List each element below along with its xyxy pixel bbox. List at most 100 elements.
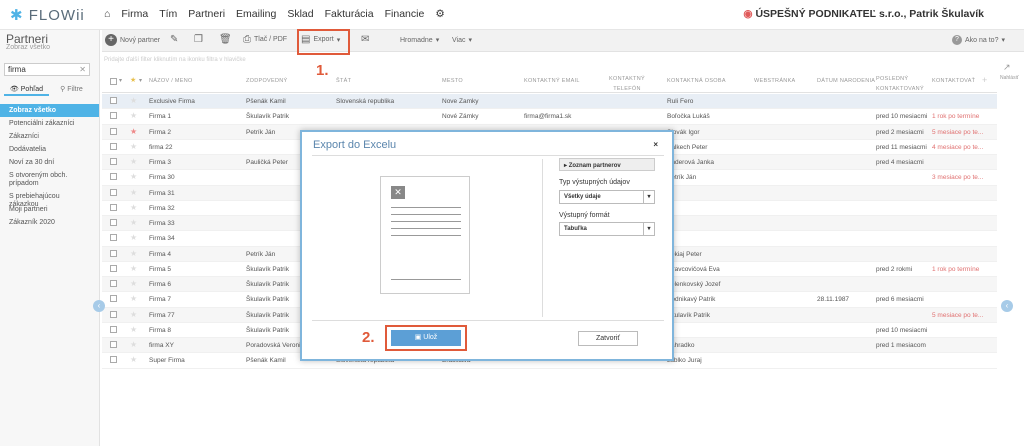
output-format-select[interactable]: Tabuľka ▾ <box>559 222 655 236</box>
report-icon[interactable]: ↗ <box>1003 62 1011 73</box>
star-icon[interactable]: ★ <box>130 96 137 105</box>
col-email[interactable]: KONTAKTNÝ EMAIL <box>524 78 580 84</box>
chevron-down-icon[interactable]: ▾ <box>139 77 142 84</box>
cell-name: Firma 2 <box>149 128 172 136</box>
col-state[interactable]: ŠTÁT <box>336 78 351 84</box>
clear-icon[interactable]: ✕ <box>79 65 86 74</box>
col-person[interactable]: KONTAKTNÁ OSOBA <box>667 78 726 84</box>
row-checkbox[interactable] <box>110 188 117 196</box>
output-type-select[interactable]: Všetky údaje ▾ <box>559 190 655 204</box>
nav-fakturacia[interactable]: Fakturácia <box>325 8 374 20</box>
partner-list-button[interactable]: ▸ Zoznam partnerov <box>559 158 655 171</box>
delete-button[interactable]: 🗑 <box>219 34 232 45</box>
tab-filter[interactable]: ⚲ Filtre <box>49 82 94 96</box>
star-icon[interactable]: ★ <box>130 325 137 334</box>
collapse-left-icon[interactable]: ‹ <box>93 300 105 312</box>
close-icon[interactable]: × <box>653 140 658 149</box>
help-button[interactable]: ? Ako na to? ▾ <box>952 35 1005 45</box>
sidebar-item-potential[interactable]: Potenciálni zákazníci <box>0 117 99 130</box>
cell-last-contacted: pred 2 mesiacmi <box>876 128 924 136</box>
row-checkbox[interactable] <box>110 97 117 104</box>
plus-icon: + <box>105 34 117 46</box>
close-button[interactable]: Zatvoriť <box>578 331 638 346</box>
star-icon[interactable]: ★ <box>130 279 137 288</box>
row-checkbox[interactable] <box>110 127 117 135</box>
col-responsible[interactable]: ZODPOVEDNÝ <box>246 78 288 84</box>
star-icon[interactable]: ★ <box>130 76 137 84</box>
nav-firma[interactable]: Firma <box>121 8 148 20</box>
star-icon[interactable]: ★ <box>130 172 137 181</box>
table-row[interactable]: ★ Firma 1 Škulavík Patrik Nové Zámky firma@f… <box>102 109 997 125</box>
row-checkbox[interactable] <box>110 112 117 120</box>
sidebar-item-ongoing-order[interactable]: S prebiehajúcou zákazkou <box>0 190 99 208</box>
star-icon[interactable]: ★ <box>130 249 137 258</box>
edit-button[interactable]: ✎ <box>170 34 178 45</box>
star-icon[interactable]: ★ <box>130 233 137 242</box>
star-icon[interactable]: ★ <box>130 340 137 349</box>
more-dropdown[interactable]: Viac ▾ <box>452 36 472 45</box>
company-name[interactable]: ◉ ÚSPEŠNÝ PODNIKATEĽ s.r.o., Patrik Škul… <box>743 8 984 20</box>
cell-person: Podnikavý Patrik <box>667 296 716 304</box>
bulk-dropdown[interactable]: Hromadne ▾ <box>400 36 439 45</box>
collapse-right-icon[interactable]: ‹ <box>1001 300 1013 312</box>
row-checkbox[interactable] <box>110 356 117 364</box>
sidebar-item-new30[interactable]: Noví za 30 dní <box>0 156 99 169</box>
star-icon[interactable]: ★ <box>130 188 137 197</box>
new-partner-button[interactable]: + Nový partner <box>105 34 160 46</box>
row-checkbox[interactable] <box>110 280 117 287</box>
star-icon[interactable]: ★ <box>130 294 137 303</box>
home-icon[interactable]: ⌂ <box>104 8 110 20</box>
nav-tim[interactable]: Tím <box>159 8 177 20</box>
nav-financie[interactable]: Financie <box>385 8 425 20</box>
row-checkbox[interactable] <box>110 142 117 150</box>
sidebar-item-open-case[interactable]: S otvoreným obch. prípadom <box>0 169 99 190</box>
cell-responsible: Petrík Ján <box>246 250 276 258</box>
nav-partneri[interactable]: Partneri <box>188 8 225 20</box>
col-birth[interactable]: DÁTUM NARODENIA <box>817 78 875 84</box>
sidebar-item-customer-2020[interactable]: Zákazník 2020 <box>0 216 99 229</box>
col-city[interactable]: MESTO <box>442 78 463 84</box>
row-checkbox[interactable] <box>110 325 117 333</box>
select-all-checkbox[interactable] <box>110 78 117 85</box>
star-icon[interactable]: ★ <box>130 355 137 364</box>
star-icon[interactable]: ★ <box>130 157 137 166</box>
row-checkbox[interactable] <box>110 158 117 165</box>
row-checkbox[interactable] <box>110 203 117 211</box>
star-icon[interactable]: ★ <box>130 111 137 120</box>
row-checkbox[interactable] <box>110 264 117 272</box>
col-last-contacted[interactable]: POSLEDNÝ KONTAKTOVANÝ <box>876 74 926 94</box>
add-column-icon[interactable]: + <box>982 75 988 85</box>
col-web[interactable]: WEBSTRÁNKA <box>754 78 796 84</box>
table-row[interactable]: ★ Exclusive Firma Pšenák Kamil Slovenská re… <box>102 94 997 110</box>
tab-view[interactable]: 👁 Pohľad <box>4 82 49 96</box>
nav-sklad[interactable]: Sklad <box>287 8 313 20</box>
nav-emailing[interactable]: Emailing <box>236 8 276 20</box>
row-checkbox[interactable] <box>110 310 117 318</box>
row-checkbox[interactable] <box>110 341 117 348</box>
col-phone[interactable]: KONTAKTNÝ TELEFÓN <box>607 74 647 94</box>
email-button[interactable]: ✉ <box>361 34 369 45</box>
chevron-down-icon[interactable]: ▾ <box>119 77 122 84</box>
logo[interactable]: ✱ FLOWii <box>10 6 85 24</box>
star-icon[interactable]: ★ <box>130 142 137 151</box>
row-checkbox[interactable] <box>110 219 117 226</box>
cell-name: Firma 6 <box>149 281 172 288</box>
sidebar-item-customers[interactable]: Zákazníci <box>0 130 99 143</box>
print-button[interactable]: ⎙ Tlač / PDF <box>243 34 287 45</box>
sidebar-item-all[interactable]: Zobraz všetko <box>0 104 99 117</box>
star-icon[interactable]: ★ <box>130 127 137 136</box>
star-icon[interactable]: ★ <box>130 218 137 227</box>
sidebar-search-input[interactable]: firma ✕ <box>4 63 90 76</box>
copy-button[interactable]: ❐ <box>194 34 203 45</box>
col-name[interactable]: NÁZOV / MENO <box>149 78 193 84</box>
row-checkbox[interactable] <box>110 234 117 242</box>
col-contact[interactable]: KONTAKTOVAŤ <box>932 78 975 84</box>
row-checkbox[interactable] <box>110 249 117 257</box>
gear-icon[interactable]: ⚙ <box>435 8 444 20</box>
star-icon[interactable]: ★ <box>130 264 137 273</box>
row-checkbox[interactable] <box>110 295 117 303</box>
star-icon[interactable]: ★ <box>130 310 137 319</box>
row-checkbox[interactable] <box>110 173 117 181</box>
star-icon[interactable]: ★ <box>130 203 137 212</box>
sidebar-item-suppliers[interactable]: Dodávatelia <box>0 143 99 156</box>
